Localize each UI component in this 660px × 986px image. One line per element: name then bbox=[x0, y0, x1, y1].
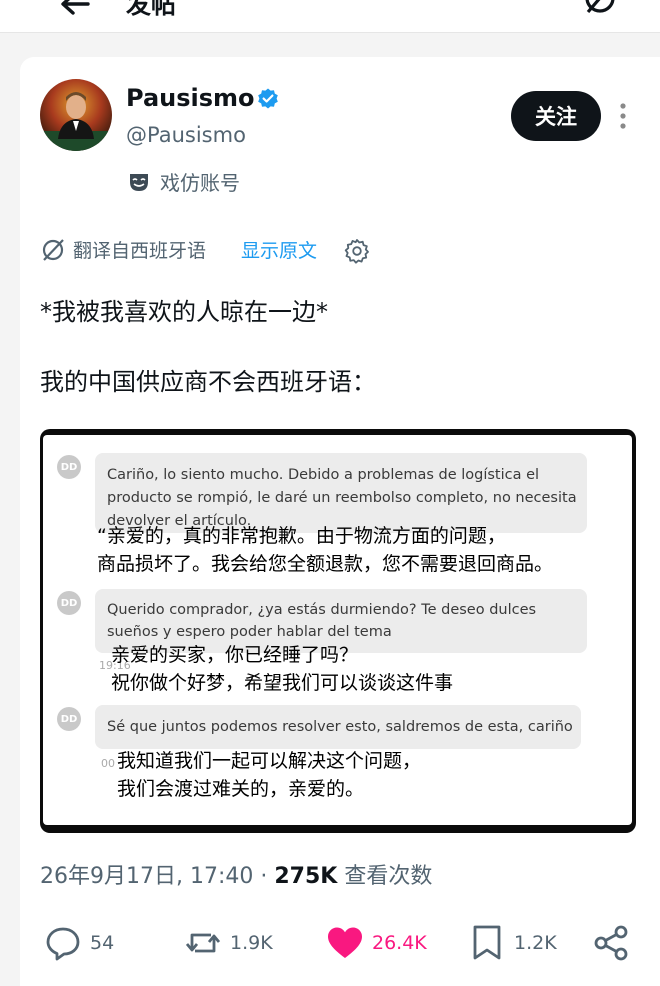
reply-count: 54 bbox=[90, 932, 115, 954]
post-date: 26年9月17日, 17:40 bbox=[40, 864, 254, 889]
reply-button[interactable]: 54 bbox=[44, 925, 114, 961]
mask-icon bbox=[130, 174, 148, 191]
share-button[interactable] bbox=[592, 925, 630, 961]
chat-translation: 我知道我们一起可以解决这个问题， bbox=[117, 750, 422, 772]
post-image[interactable]: DD Cariño, lo siento mucho. Debido a pro… bbox=[40, 429, 636, 833]
heart-icon bbox=[328, 927, 362, 958]
bookmark-icon bbox=[473, 925, 501, 960]
chat-timestamp: 00 bbox=[101, 757, 115, 770]
chat-translation: 商品损坏了。我会给您全额退款，您不需要退回商品。 bbox=[97, 553, 554, 575]
follow-button[interactable]: 关注 bbox=[511, 91, 601, 141]
chat-avatar: DD bbox=[57, 707, 81, 731]
avatar[interactable] bbox=[40, 79, 112, 151]
repost-icon bbox=[185, 933, 221, 953]
chat-avatar: DD bbox=[57, 591, 81, 615]
chat-avatar: DD bbox=[57, 455, 81, 479]
chat-translation: 我们会渡过难关的，亲爱的。 bbox=[117, 778, 365, 800]
parody-account-label: 戏仿账号 bbox=[160, 171, 240, 195]
author-name[interactable]: Pausismo bbox=[126, 83, 255, 113]
chat-message-spanish: Querido comprador, ¿ya estás durmiendo? … bbox=[107, 602, 537, 618]
repost-count: 1.9K bbox=[230, 932, 273, 954]
top-bar: 发帖 bbox=[0, 0, 660, 33]
chat-translation: 亲爱的买家，你已经睡了吗？ bbox=[111, 644, 359, 666]
show-original-link[interactable]: 显示原文 bbox=[241, 237, 317, 265]
share-icon bbox=[594, 925, 628, 961]
chat-translation: “亲爱的，真的非常抱歉。由于物流方面的问题， bbox=[97, 525, 506, 547]
views-count: 275K bbox=[274, 864, 338, 889]
post-text-line: 我的中国供应商不会西班牙语： bbox=[40, 368, 376, 396]
post-meta: 26年9月17日, 17:40 · 275K 查看次数 bbox=[40, 862, 432, 892]
chat-message-spanish: Cariño, lo siento mucho. Debido a proble… bbox=[107, 467, 540, 483]
translate-icon[interactable] bbox=[580, 0, 620, 22]
author-handle[interactable]: @Pausismo bbox=[126, 121, 246, 149]
chat-message-spanish: Sé que juntos podemos resolver esto, sal… bbox=[107, 719, 573, 735]
verified-badge-icon bbox=[258, 88, 278, 109]
back-arrow-icon[interactable] bbox=[58, 0, 96, 22]
more-options-icon[interactable] bbox=[616, 101, 630, 131]
bookmark-count: 1.2K bbox=[514, 932, 557, 954]
translated-from-label: 翻译自西班牙语 bbox=[73, 240, 207, 262]
chat-message-spanish: sueños y espero poder hablar del tema bbox=[107, 624, 392, 640]
chat-screenshot: DD Cariño, lo siento mucho. Debido a pro… bbox=[43, 435, 632, 825]
translate-icon bbox=[42, 239, 64, 261]
post-card: Pausismo @Pausismo 戏仿账号 关注 翻译自西班牙语 显示原文 … bbox=[20, 57, 660, 986]
meta-separator: · bbox=[260, 864, 268, 889]
reply-icon bbox=[46, 927, 80, 961]
bookmark-button[interactable]: 1.2K bbox=[468, 925, 557, 961]
page-title: 发帖 bbox=[126, 0, 177, 19]
chat-translation: 祝你做个好梦，希望我们可以谈谈这件事 bbox=[111, 672, 454, 694]
views-label: 查看次数 bbox=[344, 864, 433, 889]
repost-button[interactable]: 1.9K bbox=[184, 925, 273, 961]
like-button[interactable]: 26.4K bbox=[326, 925, 427, 961]
gear-icon[interactable] bbox=[344, 238, 370, 264]
post-text-line: *我被我喜欢的人晾在一边* bbox=[40, 298, 328, 326]
chat-message-spanish: producto se rompió, le daré un reembolso… bbox=[107, 490, 577, 506]
like-count: 26.4K bbox=[372, 932, 427, 954]
